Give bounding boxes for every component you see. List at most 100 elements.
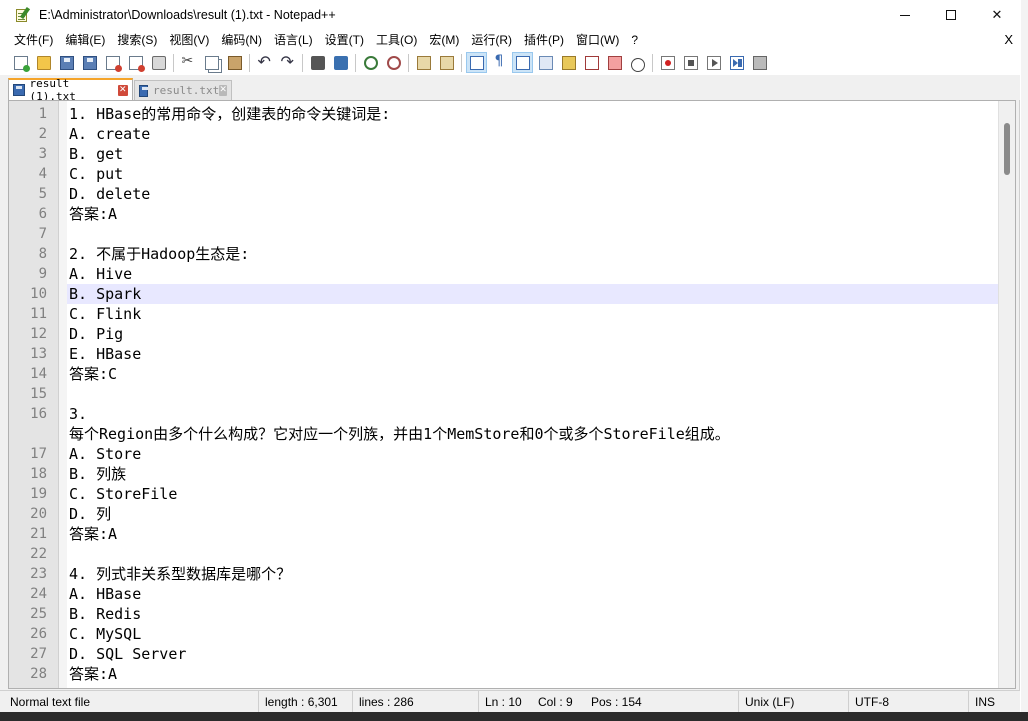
cut-button[interactable] [178,52,199,73]
menu-language[interactable]: 语言(L) [268,30,319,50]
menu-edit[interactable]: 编辑(E) [59,30,111,50]
menu-window[interactable]: 窗口(W) [570,30,625,50]
window-controls: ✕ [882,0,1020,30]
text-line[interactable]: D. Pig [67,324,999,344]
copy-button[interactable] [201,52,222,73]
text-line[interactable]: C. Flink [67,304,999,324]
menu-macro[interactable]: 宏(M) [423,30,465,50]
new-file-button[interactable] [10,52,31,73]
print-button[interactable] [148,52,169,73]
close-window-button[interactable]: ✕ [974,0,1020,30]
undo-icon [258,52,272,71]
text-line[interactable]: A. Store [67,444,999,464]
text-line[interactable]: 1. HBase的常用命令，创建表的命令关键词是: [67,104,999,124]
sync-vertical-button[interactable] [413,52,434,73]
menu-view[interactable]: 视图(V) [163,30,215,50]
text-line[interactable]: 4. 列式非关系型数据库是哪个？ [67,564,999,584]
folder-as-workspace-button[interactable] [604,52,625,73]
text-line[interactable]: A. create [67,124,999,144]
text-editor[interactable]: 1 2 3 4 5 6 7 8 9 10 11 12 13 14 15 16 17 18 19 20 21 22 23 24 2… [8,100,1016,689]
text-line[interactable]: A. Hive [67,264,999,284]
text-line[interactable] [67,384,999,404]
record-macro-button[interactable] [657,52,678,73]
minimize-icon [900,14,910,16]
replace-button[interactable] [330,52,351,73]
fold-margin[interactable] [59,101,67,688]
undo-button[interactable] [254,52,275,73]
sync-horizontal-button[interactable] [436,52,457,73]
indent-guide-button[interactable] [512,52,533,73]
status-eol[interactable]: Unix (LF) [738,691,794,713]
toolbar-separator [302,53,303,72]
scrollbar-thumb[interactable] [1004,123,1010,175]
menu-encoding[interactable]: 编码(N) [215,30,268,50]
function-list-button[interactable] [581,52,602,73]
status-insert-mode[interactable]: INS [968,691,995,713]
minimize-button[interactable] [882,0,928,30]
save-macro-button[interactable] [749,52,770,73]
tab-close-icon[interactable]: ✕ [117,84,129,96]
text-line[interactable]: 答案:A [67,664,999,684]
monitoring-button[interactable] [627,52,648,73]
find-button[interactable] [307,52,328,73]
paste-button[interactable] [224,52,245,73]
text-line[interactable]: A. HBase [67,584,999,604]
status-encoding[interactable]: UTF-8 [848,691,889,713]
line-number: 24 [30,586,47,602]
line-number: 13 [30,346,47,362]
document-map-button[interactable] [558,52,579,73]
save-button[interactable] [56,52,77,73]
run-macro-multiple-button[interactable] [726,52,747,73]
toolbar [0,50,1020,75]
text-line[interactable]: D. 列 [67,504,999,524]
menu-tools[interactable]: 工具(O) [370,30,423,50]
stop-macro-button[interactable] [680,52,701,73]
text-line[interactable]: 每个Region由多个什么构成？它对应一个列族，并由1个MemStore和0个或… [67,424,999,444]
open-file-button[interactable] [33,52,54,73]
text-line[interactable] [67,544,999,564]
text-line[interactable]: E. HBase [67,344,999,364]
toolbar-separator [461,53,462,72]
text-line[interactable]: 答案:A [67,204,999,224]
menu-settings[interactable]: 设置(T) [319,30,370,50]
zoom-in-button[interactable] [360,52,381,73]
text-line[interactable] [67,224,999,244]
tab-result-1[interactable]: result (1).txt ✕ [8,77,133,103]
tab-result[interactable]: result.txt ✕ [134,80,232,100]
close-all-button[interactable] [125,52,146,73]
text-line[interactable]: C. MySQL [67,624,999,644]
menu-help[interactable]: ? [625,30,644,50]
text-line[interactable]: C. put [67,164,999,184]
text-line[interactable]: C. StoreFile [67,484,999,504]
editor-content[interactable]: 1. HBase的常用命令，创建表的命令关键词是: A. create B. get… [67,104,999,684]
tab-close-icon[interactable]: ✕ [219,85,227,96]
save-all-button[interactable] [79,52,100,73]
text-line[interactable]: 2. 不属于Hadoop生态是: [67,244,999,264]
text-line[interactable]: B. Redis [67,604,999,624]
user-language-button[interactable] [535,52,556,73]
play-macro-button[interactable] [703,52,724,73]
close-document-button[interactable]: X [1004,30,1013,50]
menu-run[interactable]: 运行(R) [465,30,518,50]
text-line[interactable]: D. delete [67,184,999,204]
maximize-button[interactable] [928,0,974,30]
text-line[interactable]: B. Spark [67,284,999,304]
text-line[interactable]: 3. [67,404,999,424]
zoom-out-button[interactable] [383,52,404,73]
text-line[interactable]: B. get [67,144,999,164]
line-number: 9 [38,266,47,282]
menu-search[interactable]: 搜索(S) [111,30,163,50]
text-line[interactable]: 答案:A [67,524,999,544]
menu-file[interactable]: 文件(F) [8,30,59,50]
background-terminal-strip [0,712,1028,721]
cut-icon [182,53,196,70]
text-line[interactable]: 答案:C [67,364,999,384]
word-wrap-button[interactable] [466,52,487,73]
text-line[interactable]: D. SQL Server [67,644,999,664]
redo-button[interactable] [277,52,298,73]
menu-plugins[interactable]: 插件(P) [518,30,570,50]
text-line[interactable]: B. 列族 [67,464,999,484]
close-button[interactable] [102,52,123,73]
vertical-scrollbar[interactable] [998,101,1015,688]
show-all-characters-button[interactable] [489,52,510,73]
